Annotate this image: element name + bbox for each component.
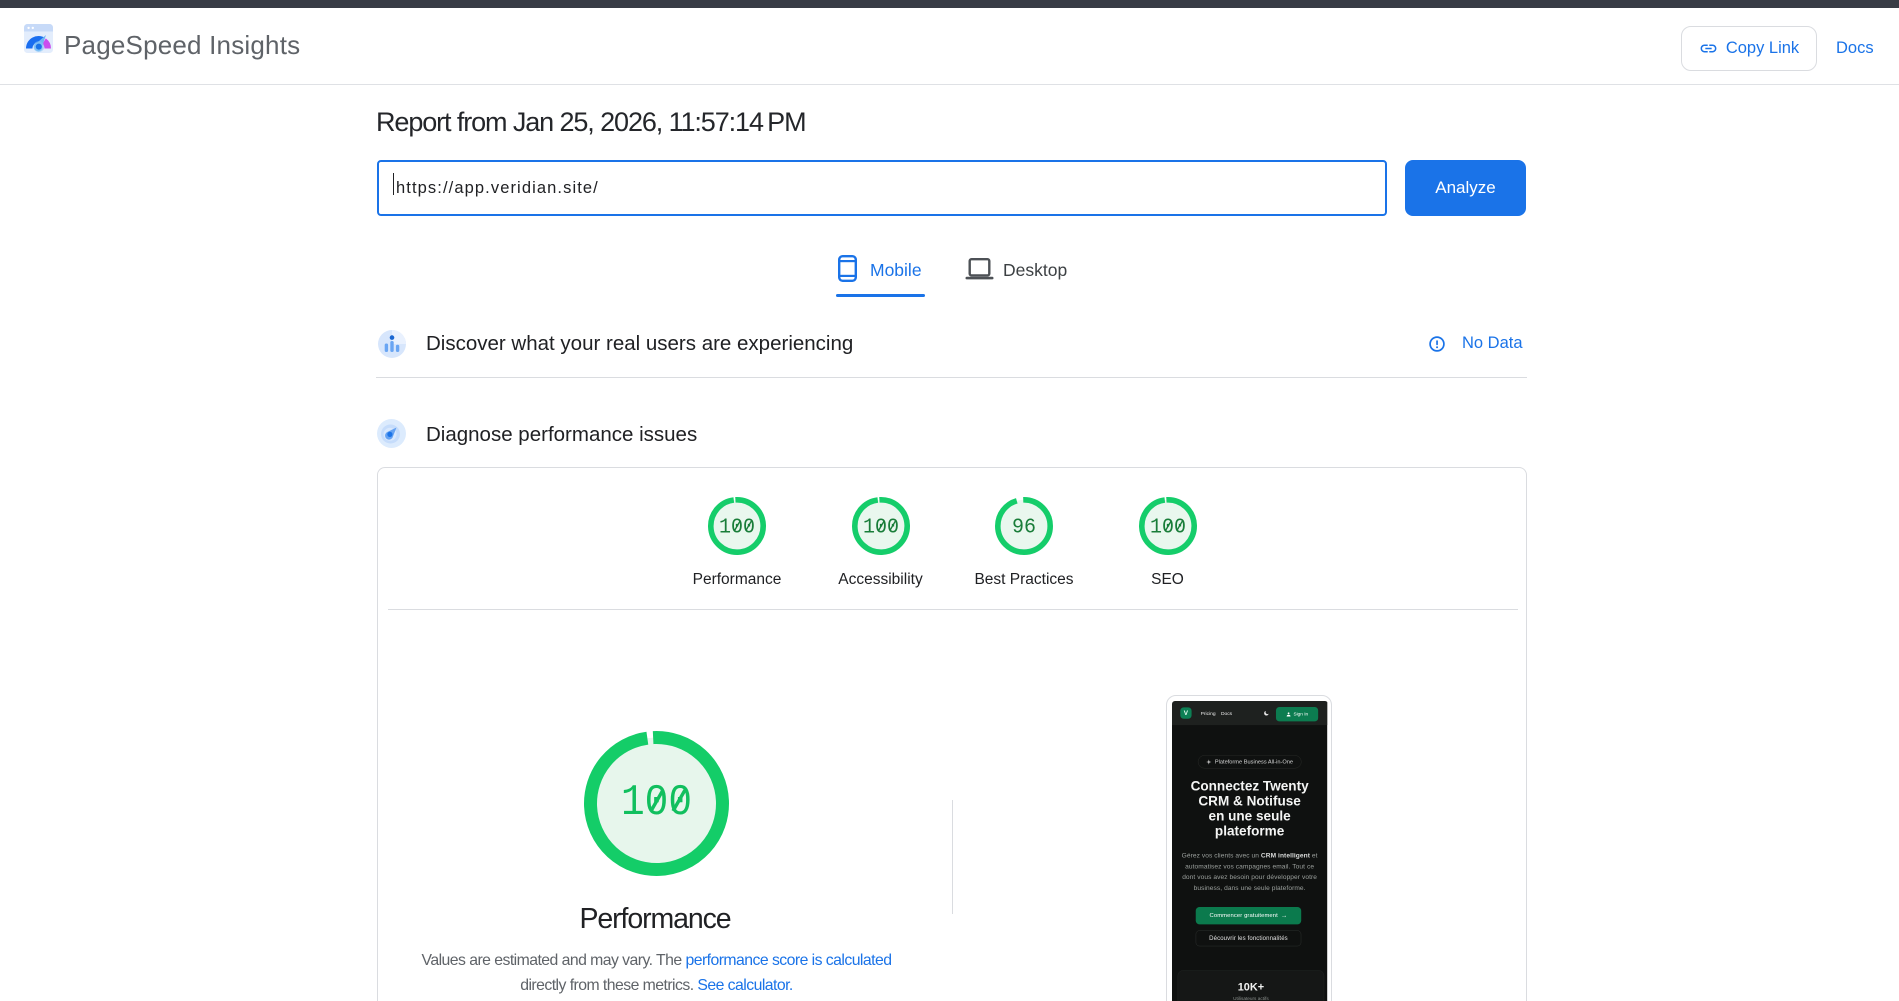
svg-text:100: 100 — [863, 517, 899, 540]
svg-text:100: 100 — [719, 517, 755, 540]
svg-text:96: 96 — [1012, 517, 1036, 540]
svg-text:100: 100 — [1150, 517, 1186, 540]
